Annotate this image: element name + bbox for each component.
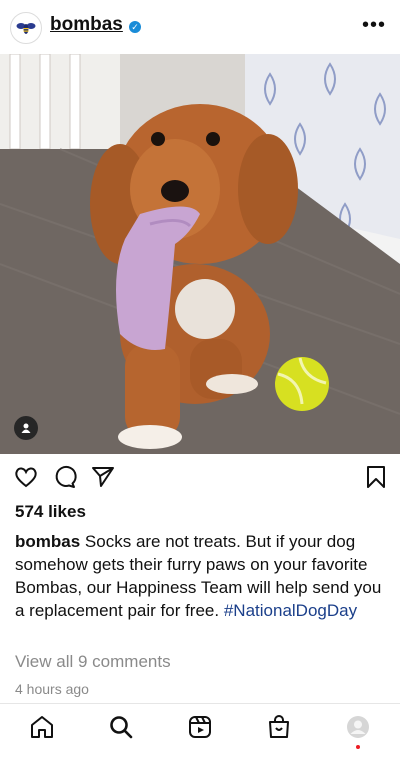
search-icon[interactable] bbox=[108, 714, 134, 740]
reels-icon[interactable] bbox=[187, 714, 213, 740]
post-actions bbox=[0, 460, 400, 494]
view-comments-link[interactable]: View all 9 comments bbox=[15, 652, 171, 672]
post-timestamp: 4 hours ago bbox=[15, 681, 89, 697]
caption-username[interactable]: bombas bbox=[15, 532, 80, 551]
heart-icon[interactable] bbox=[13, 464, 39, 490]
likes-count[interactable]: 574 likes bbox=[15, 502, 86, 522]
paper-plane-icon[interactable] bbox=[90, 464, 116, 490]
shop-icon[interactable] bbox=[266, 714, 292, 740]
more-options-icon[interactable]: ••• bbox=[362, 14, 386, 37]
post-header: bombas ✓ ••• bbox=[0, 0, 400, 54]
post-username[interactable]: bombas bbox=[50, 14, 123, 36]
profile-icon[interactable] bbox=[345, 714, 371, 740]
hashtag-link[interactable]: #NationalDogDay bbox=[224, 601, 357, 620]
notification-dot bbox=[356, 745, 360, 749]
comment-icon[interactable] bbox=[52, 464, 78, 490]
user-tag-icon[interactable] bbox=[14, 416, 38, 440]
verified-badge-icon: ✓ bbox=[129, 21, 141, 33]
bottom-tab-bar bbox=[0, 703, 400, 759]
home-icon[interactable] bbox=[29, 714, 55, 740]
bookmark-icon[interactable] bbox=[363, 464, 389, 490]
post-photo[interactable] bbox=[0, 54, 400, 454]
bee-logo-icon[interactable] bbox=[10, 12, 42, 44]
post-caption: bombas Socks are not treats. But if your… bbox=[15, 530, 385, 622]
